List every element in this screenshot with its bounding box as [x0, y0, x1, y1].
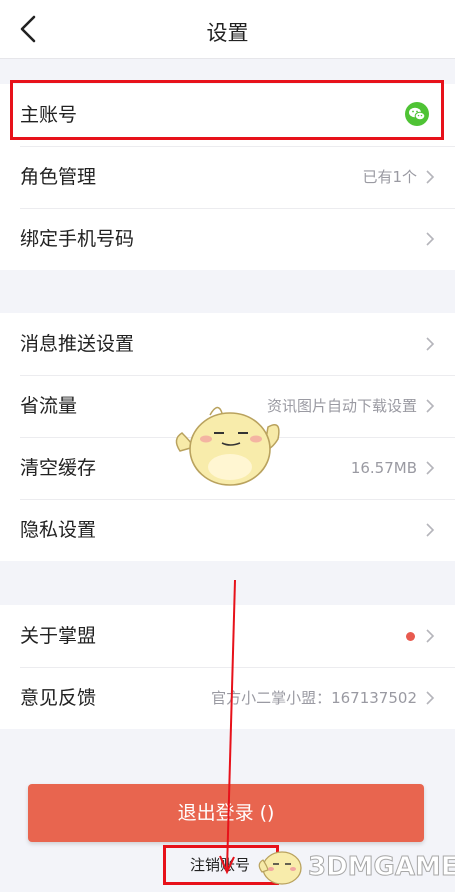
role-management-label: 角色管理: [20, 166, 97, 188]
chevron-right-icon: [426, 461, 435, 475]
feedback-contact-value: 官方小二掌小盟：167137502: [211, 689, 417, 707]
bind-phone-label: 绑定手机号码: [20, 228, 135, 250]
chevron-right-icon: [426, 337, 435, 351]
data-saver-label: 省流量: [20, 395, 78, 417]
red-dot-badge: [406, 632, 415, 641]
page-title: 设置: [206, 21, 249, 45]
about-group: 关于掌盟 意见反馈 官方小二掌小盟：167137502: [0, 605, 455, 729]
clear-cache-row[interactable]: 清空缓存 16.57MB: [0, 437, 455, 499]
chevron-right-icon: [426, 629, 435, 643]
about-label: 关于掌盟: [20, 625, 97, 647]
main-account-row[interactable]: 主账号: [0, 84, 455, 146]
chevron-right-icon: [426, 523, 435, 537]
privacy-settings-label: 隐私设置: [20, 519, 97, 541]
clear-cache-label: 清空缓存: [20, 457, 97, 479]
chevron-right-icon: [426, 170, 435, 184]
account-group: 主账号 角色管理 已有1个 绑定手机号码: [0, 84, 455, 270]
feedback-row[interactable]: 意见反馈 官方小二掌小盟：167137502: [0, 667, 455, 729]
chevron-right-icon: [426, 399, 435, 413]
push-settings-row[interactable]: 消息推送设置: [0, 313, 455, 375]
nav-bar: 设置: [0, 0, 455, 59]
logout-button[interactable]: 退出登录 (): [28, 784, 424, 842]
role-management-row[interactable]: 角色管理 已有1个: [0, 146, 455, 208]
chevron-right-icon: [426, 232, 435, 246]
cancel-account-link[interactable]: 注销账号: [163, 845, 279, 885]
about-row[interactable]: 关于掌盟: [0, 605, 455, 667]
main-account-label: 主账号: [20, 104, 78, 126]
data-saver-value: 资讯图片自动下载设置: [266, 397, 417, 415]
cache-size-value: 16.57MB: [350, 459, 417, 477]
watermark-text: 3DMGAME: [308, 852, 455, 883]
push-settings-label: 消息推送设置: [20, 333, 135, 355]
settings-group: 消息推送设置 省流量 资讯图片自动下载设置 清空缓存 16.57MB 隐私设置: [0, 313, 455, 561]
feedback-label: 意见反馈: [20, 687, 97, 709]
data-saver-row[interactable]: 省流量 资讯图片自动下载设置: [0, 375, 455, 437]
chevron-right-icon: [426, 691, 435, 705]
privacy-settings-row[interactable]: 隐私设置: [0, 499, 455, 561]
role-count-value: 已有1个: [362, 168, 417, 186]
bind-phone-row[interactable]: 绑定手机号码: [0, 208, 455, 270]
wechat-icon: [405, 102, 429, 126]
